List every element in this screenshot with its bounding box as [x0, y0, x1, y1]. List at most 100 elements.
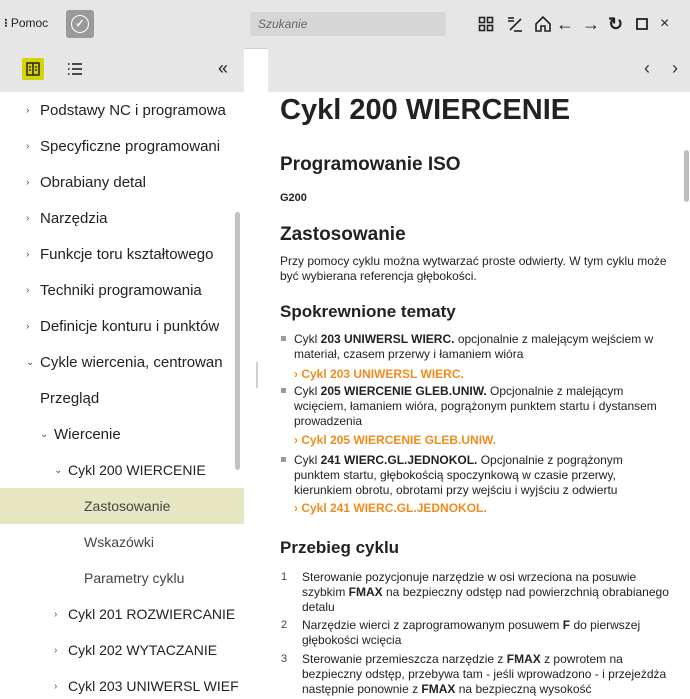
chevron-right-icon: › — [26, 320, 30, 332]
related-link[interactable]: › Cykl 241 WIERC.GL.JEDNOKOL. — [294, 501, 487, 515]
link-label: Cykl 203 UNIWERSL WIERC. — [301, 367, 464, 381]
sidebar-item[interactable]: Wskazówki — [0, 524, 244, 560]
link-label: Cykl 205 WIERCENIE GLEB.UNIW. — [301, 433, 497, 447]
sidebar-item-label: Definicje konturu i punktów — [40, 317, 220, 335]
content-view-button[interactable] — [22, 58, 44, 80]
text: Sterowanie przemieszcza narzędzie z — [302, 652, 507, 666]
keyword: FMAX — [348, 585, 383, 599]
related-link[interactable]: › Cykl 205 WIERCENIE GLEB.UNIW. — [294, 433, 496, 447]
sidebar-item-label: Specyficzne programowani — [40, 137, 221, 155]
sidebar-item-label: Obrabiany detal — [40, 173, 146, 191]
app-title[interactable]: ⁝ Pomoc — [4, 16, 48, 30]
chevron-right-icon: › — [26, 140, 30, 152]
search-input[interactable]: Szukanie — [250, 12, 446, 36]
list-view-button[interactable] — [66, 60, 84, 83]
sidebar-item[interactable]: › Funkcje toru kształtowego — [0, 236, 244, 272]
sidebar-item[interactable]: Parametry cyklu — [0, 560, 244, 596]
list-item: 2 Narzędzie wierci z zaprogramowanym posu… — [280, 618, 672, 648]
grid-view-icon[interactable] — [478, 12, 494, 36]
resize-handle[interactable] — [256, 362, 258, 388]
document-icon — [26, 62, 40, 76]
forward-icon[interactable]: → — [582, 12, 600, 36]
page-title: Cykl 200 WIERCENIE — [280, 94, 571, 126]
app-title-label: Pomoc — [10, 16, 49, 30]
chevron-right-icon: › — [26, 284, 30, 296]
chevron-right-icon: › — [294, 501, 298, 515]
back-icon[interactable]: ← — [556, 12, 574, 36]
next-page-icon[interactable]: › — [672, 58, 678, 79]
step-number: 2 — [281, 619, 288, 631]
prev-page-icon[interactable]: ‹ — [644, 58, 650, 79]
sidebar-item-label: Cykl 201 ROZWIERCANIE — [68, 606, 236, 622]
sidebar-item[interactable]: ⌄ Cykle wiercenia, centrowan — [0, 344, 244, 380]
cycle-name: 205 WIERCENIE GLEB.UNIW. — [320, 384, 487, 398]
sidebar-item[interactable]: › Specyficzne programowani — [0, 128, 244, 164]
usage-text: Przy pomocy cyklu można wytwarzać proste… — [280, 254, 667, 283]
content-toolbar: ‹ › — [268, 48, 690, 92]
sidebar-item[interactable]: ⌄ Wiercenie — [0, 416, 244, 452]
keyword: FMAX — [421, 682, 456, 696]
maximize-icon[interactable] — [636, 12, 648, 36]
link-label: Cykl 241 WIERC.GL.JEDNOKOL. — [301, 501, 487, 515]
sidebar: › Podstawy NC i programowa › Specyficzne p… — [0, 92, 244, 699]
sidebar-item-label: Cykl 200 WIERCENIE — [68, 462, 206, 478]
sidebar-item[interactable]: › Narzędzia — [0, 200, 244, 236]
top-bar: ⁝ Pomoc ✓ Szukanie ← → ↻ × — [0, 0, 690, 49]
sidebar-scrollbar[interactable] — [235, 212, 240, 470]
chevron-right-icon: › — [54, 680, 58, 692]
sidebar-item-label: Cykl 203 UNIWERSL WIEF — [68, 678, 239, 694]
list-item: Cykl 205 WIERCENIE GLEB.UNIW. Opcjonalni… — [280, 384, 672, 429]
list-icon — [68, 63, 82, 75]
chevron-right-icon: › — [26, 248, 30, 260]
bullet-icon — [281, 388, 286, 393]
sidebar-item[interactable]: › Cykl 201 ROZWIERCANIE — [0, 596, 244, 632]
usage-heading: Zastosowanie — [280, 224, 406, 245]
sidebar-item-label: Techniki programowania — [40, 281, 202, 299]
sidebar-item[interactable]: › Definicje konturu i punktów — [0, 308, 244, 344]
chevron-right-icon: › — [294, 433, 298, 447]
edit-icon[interactable] — [506, 12, 524, 36]
related-link[interactable]: › Cykl 203 UNIWERSL WIERC. — [294, 367, 464, 381]
text: Cykl — [294, 384, 321, 398]
app-menu-icon[interactable]: ⁝ — [4, 16, 8, 30]
close-icon[interactable]: × — [660, 12, 669, 36]
related-heading: Spokrewnione tematy — [280, 302, 456, 321]
cycle-name: 203 UNIWERSL WIERC. — [320, 332, 455, 346]
collapse-sidebar-button[interactable]: « — [218, 58, 228, 79]
sidebar-item[interactable]: › Cykl 202 WYTACZANIE — [0, 632, 244, 668]
chevron-right-icon: › — [26, 104, 30, 116]
cycle-name: 241 WIERC.GL.JEDNOKOL. — [320, 453, 478, 467]
sidebar-item-label: Funkcje toru kształtowego — [40, 245, 214, 263]
bullet-icon — [281, 457, 286, 462]
sidebar-item-label: Cykle wiercenia, centrowan — [40, 353, 223, 371]
sidebar-item-label: Przegląd — [40, 389, 100, 407]
sidebar-item[interactable]: › Techniki programowania — [0, 272, 244, 308]
list-item: 3 Sterowanie przemieszcza narzędzie z FMA… — [280, 652, 672, 697]
list-item: Cykl 203 UNIWERSL WIERC. opcjonalnie z m… — [280, 332, 672, 362]
text: Cykl — [294, 332, 321, 346]
sidebar-item[interactable]: › Obrabiany detal — [0, 164, 244, 200]
content-scrollbar[interactable] — [684, 150, 689, 202]
sidebar-item[interactable]: ⌄ Cykl 200 WIERCENIE — [0, 452, 244, 488]
text: Cykl — [294, 453, 321, 467]
check-icon: ✓ — [71, 15, 89, 33]
keyword: F — [562, 618, 571, 632]
keyword: FMAX — [506, 652, 541, 666]
sidebar-item-label: Wiercenie — [54, 425, 121, 443]
refresh-icon[interactable]: ↻ — [608, 12, 623, 36]
sidebar-item[interactable]: › Podstawy NC i programowa — [0, 92, 244, 128]
iso-heading: Programowanie ISO — [280, 154, 461, 175]
chevron-right-icon: › — [26, 176, 30, 188]
sidebar-item-selected[interactable]: Zastosowanie — [0, 488, 244, 524]
bullet-icon — [281, 336, 286, 341]
sidebar-item-label: Wskazówki — [84, 534, 155, 550]
home-icon[interactable] — [534, 12, 552, 36]
sidebar-item-label: Zastosowanie — [84, 498, 171, 514]
chevron-down-icon: ⌄ — [54, 464, 63, 476]
sidebar-item[interactable]: › Cykl 203 UNIWERSL WIEF — [0, 668, 244, 699]
chevron-down-icon: ⌄ — [40, 428, 49, 440]
chevron-right-icon: › — [294, 367, 298, 381]
confirm-button[interactable]: ✓ — [66, 10, 94, 38]
sidebar-item-label: Cykl 202 WYTACZANIE — [68, 642, 218, 658]
sidebar-item[interactable]: Przegląd — [0, 380, 244, 416]
